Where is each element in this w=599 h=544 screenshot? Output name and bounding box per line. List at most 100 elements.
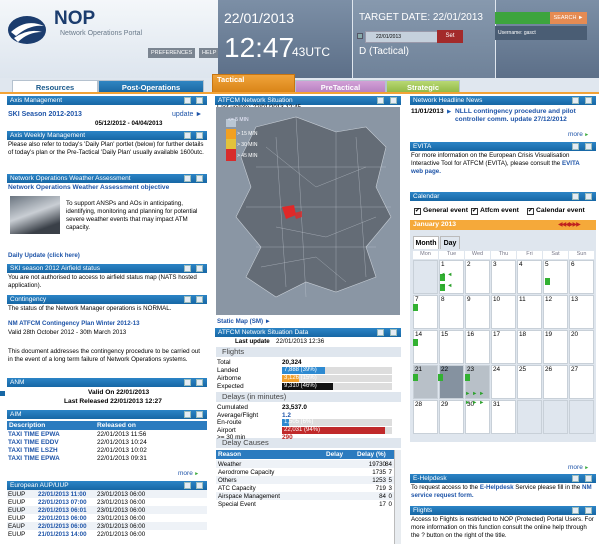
- aim-title: AIM: [10, 411, 22, 418]
- minimize-icon[interactable]: [377, 97, 384, 104]
- filter-checkbox[interactable]: ✔: [471, 208, 478, 215]
- calendar-day-number: 1: [441, 261, 445, 268]
- helpdesk-link[interactable]: E-Helpdesk: [480, 484, 514, 491]
- flights-row-label: Expected: [217, 383, 244, 390]
- aup-start[interactable]: 21/01/2013 14:00: [38, 531, 87, 538]
- calendar-day-number: 26: [545, 366, 553, 373]
- network-map[interactable]: <= 5 MIN > 15 MIN > 30 MIN > 45 MIN: [216, 107, 400, 315]
- help-icon[interactable]: [196, 482, 203, 489]
- help-icon[interactable]: [196, 265, 203, 272]
- calendar-day-number: 7: [415, 296, 419, 303]
- aup-start[interactable]: 22/01/2013 06:01: [38, 507, 87, 514]
- minimize-icon[interactable]: [572, 193, 579, 200]
- minimize-icon[interactable]: [184, 97, 191, 104]
- weather-link[interactable]: Network Operations Weather Assessment ob…: [8, 184, 169, 192]
- filter-checkbox[interactable]: ✔: [527, 208, 534, 215]
- daily-update-link[interactable]: Daily Update (click here): [8, 252, 80, 260]
- tab-tactical[interactable]: Tactical: [212, 74, 295, 93]
- help-icon[interactable]: [585, 507, 592, 514]
- help-icon[interactable]: [390, 97, 397, 104]
- aup-start[interactable]: 22/01/2013 11:00: [38, 491, 86, 498]
- event-arrow-icon[interactable]: ► ► ►: [465, 400, 484, 406]
- calendar-day-number: 22: [441, 366, 449, 373]
- set-button[interactable]: Set: [437, 30, 463, 43]
- help-icon[interactable]: [585, 475, 592, 482]
- weather-title: Network Operations Weather Assessment: [10, 175, 131, 182]
- calendar-view-month[interactable]: Month: [413, 236, 439, 249]
- event-marker[interactable]: [438, 374, 443, 381]
- event-arrow-icon[interactable]: ◄ ◄: [440, 272, 452, 278]
- calendar-nav-icon[interactable]: ◀◀◀▶▶▶: [558, 221, 581, 228]
- aim-row-description[interactable]: TAXI TIME EDDV: [8, 439, 59, 446]
- update-link[interactable]: update ►: [172, 111, 202, 119]
- help-icon[interactable]: [585, 193, 592, 200]
- aim-more-link[interactable]: more: [178, 470, 199, 477]
- calendar-day-number: 25: [519, 366, 527, 373]
- minimize-icon[interactable]: [184, 265, 191, 272]
- netdata-last-label: Last update: [235, 338, 270, 345]
- minimize-icon[interactable]: [184, 379, 191, 386]
- aup-end: 23/01/2013 06:00: [97, 515, 146, 522]
- help-icon[interactable]: [196, 296, 203, 303]
- calendar-more-link[interactable]: more: [568, 464, 589, 471]
- minimize-icon[interactable]: [572, 97, 579, 104]
- helpdesk-header: E-Helpdesk: [410, 474, 596, 483]
- minimize-icon[interactable]: [572, 143, 579, 150]
- help-icon[interactable]: [196, 175, 203, 182]
- help-icon[interactable]: [390, 329, 397, 336]
- event-marker[interactable]: [465, 374, 470, 381]
- flights-text: Access to Flights is restricted to NOP (…: [411, 516, 594, 539]
- event-marker[interactable]: [413, 339, 418, 346]
- minimize-icon[interactable]: [184, 175, 191, 182]
- help-icon[interactable]: [196, 379, 203, 386]
- minimize-icon[interactable]: [572, 475, 579, 482]
- aim-row-description[interactable]: TAXI TIME EPWA: [8, 431, 60, 438]
- aim-row-description[interactable]: TAXI TIME LSZH: [8, 447, 58, 454]
- event-marker[interactable]: [413, 374, 418, 381]
- calendar-header: Calendar: [410, 192, 596, 201]
- preferences-button[interactable]: PREFERENCES: [148, 48, 196, 58]
- contingency-header: Contingency: [7, 295, 207, 304]
- username-field[interactable]: Username: gasct: [495, 26, 587, 40]
- minimize-icon[interactable]: [184, 296, 191, 303]
- causes-scrollbar[interactable]: [394, 450, 401, 544]
- search-input[interactable]: [495, 12, 550, 24]
- delays-row-label: >= 30 min: [217, 434, 246, 441]
- minimize-icon[interactable]: [184, 482, 191, 489]
- calendar-view-day[interactable]: Day: [440, 236, 460, 249]
- help-button[interactable]: HELP: [199, 48, 220, 58]
- calendar-icon[interactable]: [357, 33, 363, 39]
- event-arrow-icon[interactable]: ◄ ◄: [440, 283, 452, 289]
- help-icon[interactable]: [196, 132, 203, 139]
- calendar-day-number: 19: [545, 331, 553, 338]
- target-date-input[interactable]: 22/01/2013: [365, 31, 439, 43]
- help-icon[interactable]: [196, 97, 203, 104]
- weather-text: To support ANSPs and AOs in anticipating…: [66, 200, 198, 231]
- aup-start[interactable]: 22/01/2013 06:00: [38, 523, 87, 530]
- aim-row-description[interactable]: TAXI TIME EPWA: [8, 455, 60, 462]
- ski-season-link[interactable]: SKI Season 2012-2013: [8, 111, 82, 119]
- event-marker[interactable]: [413, 304, 418, 311]
- news-link[interactable]: NLLL contingency procedure and pilot con…: [455, 108, 595, 124]
- static-map-link[interactable]: Static Map (SM) ►: [217, 318, 271, 326]
- calendar-day-number: 27: [571, 366, 579, 373]
- help-icon[interactable]: [585, 143, 592, 150]
- news-arrow-icon: ▶: [447, 109, 452, 115]
- contingency-link[interactable]: NM ATFCM Contingency Plan Winter 2012-13: [8, 320, 140, 328]
- anm-valid: Valid On 22/01/2013: [88, 389, 150, 396]
- search-button[interactable]: SEARCH ►: [550, 12, 587, 24]
- filter-checkbox[interactable]: ✔: [414, 208, 421, 215]
- event-arrow-icon[interactable]: ► ► ►: [465, 391, 484, 397]
- event-marker[interactable]: [545, 278, 550, 285]
- minimize-icon[interactable]: [184, 132, 191, 139]
- news-more-link[interactable]: more: [568, 131, 589, 138]
- minimize-icon[interactable]: [184, 411, 191, 418]
- ski-text: You are not authorised to access to airf…: [8, 274, 197, 289]
- minimize-icon[interactable]: [377, 329, 384, 336]
- help-icon[interactable]: [585, 97, 592, 104]
- aup-start[interactable]: 22/01/2013 06:00: [38, 515, 87, 522]
- aup-end: 23/01/2013 06:00: [97, 499, 146, 506]
- aup-start[interactable]: 22/01/2013 07:00: [38, 499, 87, 506]
- help-icon[interactable]: [196, 411, 203, 418]
- minimize-icon[interactable]: [572, 507, 579, 514]
